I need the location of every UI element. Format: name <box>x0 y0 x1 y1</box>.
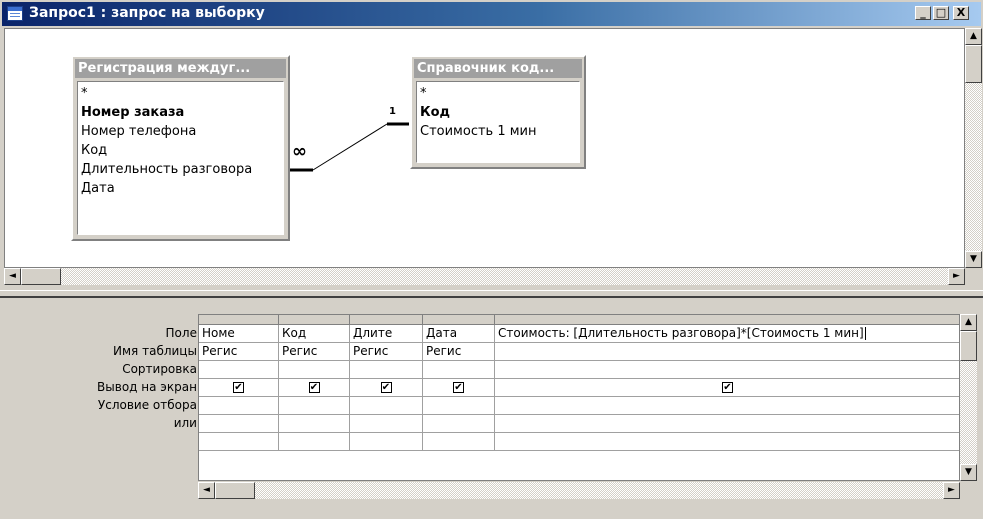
table-pane-vertical-scrollbar[interactable]: ▲ ▼ <box>965 28 982 268</box>
close-button[interactable]: X <box>953 6 969 20</box>
grid-horizontal-scrollbar[interactable]: ◄ ► <box>198 482 960 499</box>
or-cell[interactable] <box>423 415 495 433</box>
table-codes-fields[interactable]: * Код Стоимость 1 мин <box>416 81 580 163</box>
show-cell: ✔ <box>199 379 279 397</box>
show-cell: ✔ <box>350 379 423 397</box>
show-checkbox[interactable]: ✔ <box>453 382 464 393</box>
scroll-right-icon[interactable]: ► <box>943 482 960 499</box>
field-item[interactable]: Дата <box>81 179 280 198</box>
row-label-or: или: <box>173 416 201 430</box>
table-cell[interactable]: Регис <box>199 343 279 361</box>
field-cell[interactable]: Длите <box>350 325 423 343</box>
show-checkbox[interactable]: ✔ <box>233 382 244 393</box>
scroll-left-icon[interactable]: ◄ <box>198 482 215 499</box>
extra-cell[interactable] <box>495 433 959 451</box>
table-cell[interactable]: Регис <box>279 343 350 361</box>
field-item[interactable]: Код <box>81 141 280 160</box>
scroll-thumb[interactable] <box>960 331 977 361</box>
field-cell[interactable]: Код <box>279 325 350 343</box>
scroll-thumb[interactable] <box>21 268 61 285</box>
column-selector[interactable] <box>279 315 350 325</box>
criteria-cell[interactable] <box>199 397 279 415</box>
sort-cell[interactable] <box>199 361 279 379</box>
field-item[interactable]: Стоимость 1 мин <box>420 122 576 141</box>
extra-cell[interactable] <box>423 433 495 451</box>
criteria-cell[interactable] <box>495 397 959 415</box>
row-label-show: Вывод на экран: <box>97 380 201 394</box>
or-cell[interactable] <box>199 415 279 433</box>
title-bar[interactable]: Запрос1 : запрос на выборку _ □ X <box>2 2 981 26</box>
table-registration-fields[interactable]: * Номер заказа Номер телефона Код Длител… <box>77 81 284 235</box>
scroll-up-icon[interactable]: ▲ <box>965 28 982 45</box>
criteria-cell[interactable] <box>423 397 495 415</box>
or-cell[interactable] <box>350 415 423 433</box>
extra-cell[interactable] <box>199 433 279 451</box>
text-caret <box>864 327 866 340</box>
many-side-label: ∞ <box>292 141 307 162</box>
row-label-field: Поле: <box>165 326 201 340</box>
expression-field-cell[interactable]: Стоимость: [Длительность разговора]*[Сто… <box>495 325 959 343</box>
scroll-down-icon[interactable]: ▼ <box>965 251 982 268</box>
row-label-table: Имя таблицы: <box>113 344 201 358</box>
row-label-sort: Сортировка: <box>122 362 201 376</box>
maximize-button[interactable]: □ <box>933 6 949 20</box>
field-item[interactable]: Длительность разговора <box>81 160 280 179</box>
one-side-label: 1 <box>389 106 396 117</box>
window-title: Запрос1 : запрос на выборку <box>29 5 265 21</box>
field-item[interactable]: * <box>81 84 280 103</box>
table-registration-title[interactable]: Регистрация междуг... <box>75 59 286 78</box>
show-cell: ✔ <box>279 379 350 397</box>
column-selector[interactable] <box>423 315 495 325</box>
query-icon <box>7 6 23 21</box>
show-checkbox[interactable]: ✔ <box>722 382 733 393</box>
scroll-left-icon[interactable]: ◄ <box>4 268 21 285</box>
extra-cell[interactable] <box>279 433 350 451</box>
design-grid-pane: Поле: Имя таблицы: Сортировка: Вывод на … <box>0 300 983 519</box>
scroll-right-icon[interactable]: ► <box>948 268 965 285</box>
scroll-down-icon[interactable]: ▼ <box>960 464 977 481</box>
query-window: Запрос1 : запрос на выборку _ □ X ∞ 1 Ре… <box>0 0 983 519</box>
table-cell[interactable]: Регис <box>423 343 495 361</box>
sort-cell[interactable] <box>279 361 350 379</box>
field-cell[interactable]: Номе <box>199 325 279 343</box>
table-cell[interactable]: Регис <box>350 343 423 361</box>
table-pane-horizontal-scrollbar[interactable]: ◄ ► <box>4 268 965 285</box>
table-pane[interactable]: ∞ 1 Регистрация междуг... * Номер заказа… <box>4 28 965 268</box>
pane-splitter[interactable] <box>0 290 983 298</box>
extra-cell[interactable] <box>350 433 423 451</box>
field-item-key[interactable]: Код <box>420 103 576 122</box>
row-label-criteria: Условие отбора: <box>97 398 201 412</box>
table-codes-title[interactable]: Справочник код... <box>414 59 582 78</box>
field-cell[interactable]: Дата <box>423 325 495 343</box>
show-cell: ✔ <box>495 379 959 397</box>
minimize-button[interactable]: _ <box>915 6 931 20</box>
field-item[interactable]: * <box>420 84 576 103</box>
table-cell[interactable] <box>495 343 959 361</box>
table-registration[interactable]: Регистрация междуг... * Номер заказа Ном… <box>71 55 290 241</box>
show-checkbox[interactable]: ✔ <box>308 382 320 393</box>
table-codes[interactable]: Справочник код... * Код Стоимость 1 мин <box>410 55 586 169</box>
scroll-thumb[interactable] <box>965 45 982 83</box>
show-cell: ✔ <box>423 379 495 397</box>
design-grid[interactable]: Номе Код Длите Дата Стоимость: [Длительн… <box>198 314 960 481</box>
column-selector[interactable] <box>495 315 959 325</box>
expression-text: Стоимость: [Длительность разговора]*[Сто… <box>498 326 864 340</box>
scroll-thumb[interactable] <box>215 482 255 499</box>
criteria-cell[interactable] <box>350 397 423 415</box>
scroll-up-icon[interactable]: ▲ <box>960 314 977 331</box>
sort-cell[interactable] <box>495 361 959 379</box>
field-item[interactable]: Номер телефона <box>81 122 280 141</box>
column-selector[interactable] <box>350 315 423 325</box>
field-item-key[interactable]: Номер заказа <box>81 103 280 122</box>
sort-cell[interactable] <box>350 361 423 379</box>
sort-cell[interactable] <box>423 361 495 379</box>
or-cell[interactable] <box>495 415 959 433</box>
show-checkbox[interactable]: ✔ <box>380 382 392 393</box>
column-selector[interactable] <box>199 315 279 325</box>
criteria-cell[interactable] <box>279 397 350 415</box>
grid-vertical-scrollbar[interactable]: ▲ ▼ <box>960 314 977 481</box>
or-cell[interactable] <box>279 415 350 433</box>
